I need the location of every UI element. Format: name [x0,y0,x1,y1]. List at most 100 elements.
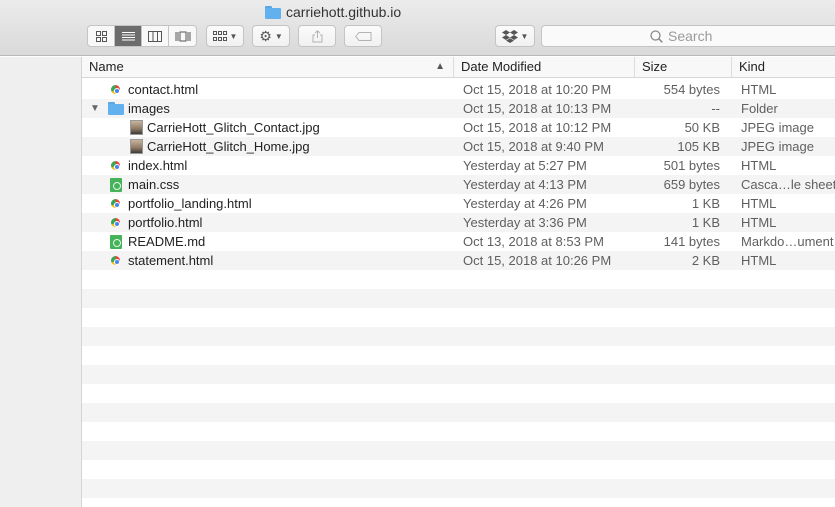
file-name-cell: statement.html [111,251,213,270]
empty-row [82,422,835,441]
dropbox-button[interactable]: ▼ [495,25,535,47]
file-row[interactable]: statement.html Oct 15, 2018 at 10:26 PM … [82,251,835,270]
sort-ascending-icon: ▲ [435,61,445,72]
file-kind: JPEG image [741,139,814,154]
empty-row [82,346,835,365]
empty-row [82,441,835,460]
file-name-cell: index.html [111,156,187,175]
grid-icon [95,30,107,42]
column-header-kind[interactable]: Kind [732,57,835,77]
empty-row [82,403,835,422]
search-field[interactable]: Search [541,25,835,47]
file-name: statement.html [128,253,214,268]
css-document-icon [110,177,122,192]
empty-row [82,365,835,384]
file-name: README.md [128,234,206,249]
folder-row[interactable]: ▼ images Oct 15, 2018 at 10:13 PM -- Fol… [82,99,835,118]
search-placeholder: Search [668,28,713,44]
gear-icon: ⚙ [259,27,272,44]
column-header-size[interactable]: Size [635,57,732,77]
file-size: 2 KB [691,253,720,268]
chrome-html-icon [111,218,120,227]
chrome-html-icon [111,161,120,170]
file-name: contact.html [128,82,199,97]
file-size: 1 KB [691,196,720,211]
file-date: Oct 15, 2018 at 10:26 PM [463,253,612,268]
chevron-down-icon: ▼ [520,31,529,41]
action-button[interactable]: ⚙ ▼ [252,25,290,47]
column-header-size-label: Size [642,59,668,74]
file-date: Yesterday at 3:36 PM [463,215,587,230]
window-title-text: carriehott.github.io [286,4,402,20]
file-kind: JPEG image [741,120,814,135]
file-row[interactable]: CarrieHott_Glitch_Home.jpg Oct 15, 2018 … [82,137,835,156]
jpeg-thumbnail-icon [130,120,143,135]
file-size: 50 KB [684,120,720,135]
column-header-name[interactable]: Name ▲ [82,57,454,77]
group-by-button[interactable]: ▼ [206,25,244,47]
folder-icon [265,5,281,19]
search-icon [650,29,663,43]
tag-icon [354,31,371,41]
file-name-cell: contact.html [111,80,198,99]
file-kind: HTML [741,215,777,230]
file-name: portfolio_landing.html [128,196,252,211]
file-date: Yesterday at 4:13 PM [463,177,587,192]
list-view-button[interactable] [115,26,142,46]
file-row[interactable]: index.html Yesterday at 5:27 PM 501 byte… [82,156,835,175]
jpeg-thumbnail-icon [130,139,143,154]
file-row[interactable]: README.md Oct 13, 2018 at 8:53 PM 141 by… [82,232,835,251]
list-icon [121,31,135,40]
file-row[interactable]: portfolio.html Yesterday at 3:36 PM 1 KB… [82,213,835,232]
file-name-cell: portfolio.html [111,213,202,232]
file-size: 105 KB [677,139,720,154]
file-date: Yesterday at 5:27 PM [463,158,587,173]
toolbar: carriehott.github.io ▼ ⚙ ▼ ▼ Search [0,0,835,56]
file-name-cell: images [108,99,170,118]
empty-row [82,270,835,289]
empty-row [82,479,835,498]
share-icon [312,29,322,42]
empty-row [82,308,835,327]
column-view-button[interactable] [142,26,169,46]
file-kind: HTML [741,253,777,268]
file-date: Oct 15, 2018 at 10:12 PM [463,120,612,135]
file-name-cell: README.md [110,232,205,251]
sidebar [0,57,82,507]
chrome-html-icon [111,256,120,265]
gallery-view-button[interactable] [169,26,196,46]
file-size: 501 bytes [663,158,720,173]
column-header-date[interactable]: Date Modified [454,57,635,77]
file-row[interactable]: portfolio_landing.html Yesterday at 4:26… [82,194,835,213]
share-button[interactable] [298,25,336,47]
file-row[interactable]: CarrieHott_Glitch_Contact.jpg Oct 15, 20… [82,118,835,137]
icon-view-button[interactable] [88,26,115,46]
empty-row [82,327,835,346]
column-header-kind-label: Kind [739,59,766,74]
file-name: CarrieHott_Glitch_Home.jpg [147,139,310,154]
file-date: Oct 13, 2018 at 8:53 PM [463,234,604,249]
file-name-cell: main.css [110,175,179,194]
file-row[interactable]: contact.html Oct 15, 2018 at 10:20 PM 55… [82,80,835,99]
file-name-cell: CarrieHott_Glitch_Home.jpg [130,137,310,156]
file-kind: HTML [741,196,777,211]
file-kind: HTML [741,82,777,97]
file-size: 554 bytes [663,82,720,97]
file-row[interactable]: main.css Yesterday at 4:13 PM 659 bytes … [82,175,835,194]
file-kind: HTML [741,158,777,173]
tag-button[interactable] [344,25,382,47]
file-size: -- [711,101,720,116]
file-name: main.css [128,177,180,192]
file-kind: Folder [741,101,778,116]
columns-icon [148,30,162,42]
file-date: Oct 15, 2018 at 10:20 PM [463,82,612,97]
column-header: Name ▲ Date Modified Size Kind [82,57,835,78]
disclosure-triangle-icon[interactable]: ▼ [90,99,100,118]
markdown-document-icon [110,234,122,249]
group-grid-icon [212,30,227,41]
file-kind: Markdo…ument [741,234,834,249]
dropbox-icon [501,29,518,43]
file-date: Oct 15, 2018 at 10:13 PM [463,101,612,116]
empty-row [82,384,835,403]
file-name: index.html [128,158,188,173]
